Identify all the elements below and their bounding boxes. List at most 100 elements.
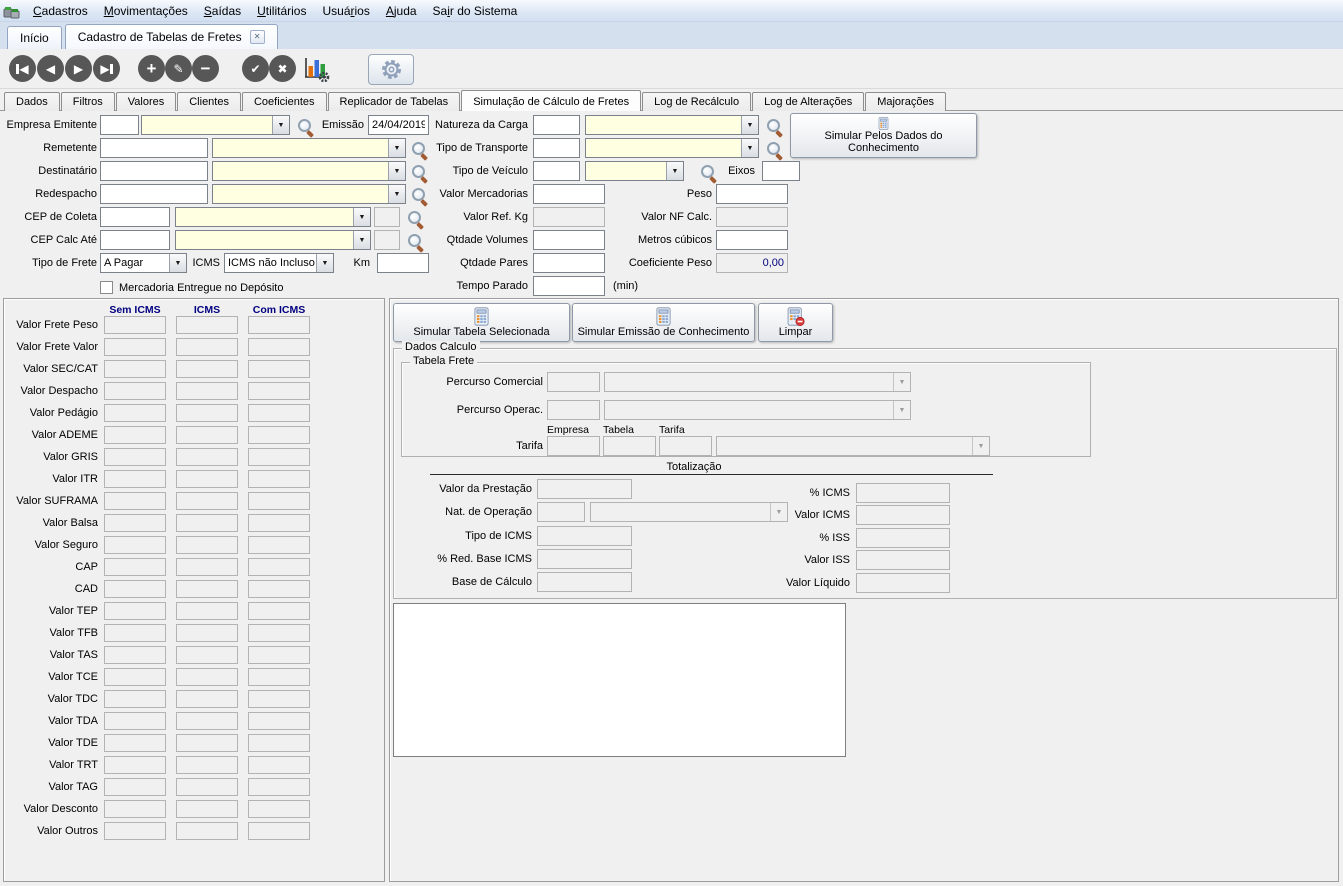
empresa-emitente-search-icon[interactable] [297, 118, 314, 135]
tipo-transporte-combo[interactable]: ▼ [585, 138, 759, 158]
tipo-frete-combo[interactable]: A Pagar▼ [100, 253, 187, 273]
value-cell [104, 712, 166, 730]
qtdade-pares-input[interactable] [533, 253, 605, 273]
value-cell [248, 800, 310, 818]
limpar-button[interactable]: Limpar [758, 303, 833, 342]
value-cell [176, 536, 238, 554]
simular-tabela-label: Simular Tabela Selecionada [413, 326, 549, 338]
empresa-emitente-code-input[interactable] [100, 115, 139, 135]
menu-item[interactable]: Ajuda [378, 2, 425, 20]
redespacho-code-input[interactable] [100, 184, 208, 204]
tab-coeficientes[interactable]: Coeficientes [242, 92, 327, 111]
cep-calc-input[interactable] [100, 230, 170, 250]
tipo-transporte-search-icon[interactable] [766, 141, 783, 158]
value-cell [176, 646, 238, 664]
add-record-button[interactable]: + [138, 55, 165, 82]
values-row: Valor Desconto [4, 800, 380, 818]
menu-item[interactable]: Usuários [314, 2, 377, 20]
redespacho-combo[interactable]: ▼ [212, 184, 406, 204]
destinatario-code-input[interactable] [100, 161, 208, 181]
metros-cubicos-label: Metros cúbicos [600, 232, 712, 248]
settings-button[interactable] [368, 54, 414, 85]
value-cell [248, 536, 310, 554]
simular-dados-conhecimento-button[interactable]: Simular Pelos Dados do Conhecimento [790, 113, 977, 158]
value-cell [104, 734, 166, 752]
value-cell [176, 404, 238, 422]
eixos-input[interactable] [762, 161, 800, 181]
destinatario-combo[interactable]: ▼ [212, 161, 406, 181]
tab-filtros[interactable]: Filtros [61, 92, 115, 111]
value-cell [176, 712, 238, 730]
natureza-carga-code-input[interactable] [533, 115, 580, 135]
tab-log-de-rec-lculo[interactable]: Log de Recálculo [642, 92, 751, 111]
menu-item[interactable]: Sair do Sistema [425, 2, 526, 20]
simular-emissao-conhecimento-button[interactable]: Simular Emissão de Conhecimento [572, 303, 755, 342]
chevron-down-icon[interactable]: ▼ [666, 162, 683, 180]
simulation-log-textarea[interactable] [393, 603, 846, 757]
value-cell [104, 426, 166, 444]
tab-dados[interactable]: Dados [4, 92, 60, 111]
tab-majora-es[interactable]: Majorações [865, 92, 946, 111]
tab-simula-o-de-c-lculo-de-fretes[interactable]: Simulação de Cálculo de Fretes [461, 90, 641, 111]
value-row-label: Valor TCE [4, 668, 101, 686]
tab-inicio-label: Início [20, 31, 49, 45]
chevron-down-icon[interactable]: ▼ [741, 116, 758, 134]
menu-item[interactable]: Cadastros [25, 2, 96, 20]
tabela-frete-groupbox: Tabela Frete Percurso Comercial ▼ Percur… [401, 362, 1091, 457]
menu-item[interactable]: Movimentações [96, 2, 196, 20]
mercadoria-deposito-checkbox[interactable] [100, 281, 113, 294]
next-record-button[interactable]: ▶ [65, 55, 92, 82]
tab-cadastro-tabelas-fretes[interactable]: Cadastro de Tabelas de Fretes ✕ [65, 24, 278, 49]
cep-coleta-combo[interactable]: ▼ [175, 207, 371, 227]
delete-record-button[interactable]: − [192, 55, 219, 82]
tab-inicio[interactable]: Início [7, 26, 62, 49]
tempo-parado-input[interactable] [533, 276, 605, 296]
simular-tabela-selecionada-button[interactable]: Simular Tabela Selecionada [393, 303, 570, 342]
natureza-carga-combo[interactable]: ▼ [585, 115, 759, 135]
valor-mercadorias-input[interactable] [533, 184, 605, 204]
tipo-transporte-code-input[interactable] [533, 138, 580, 158]
peso-input[interactable] [716, 184, 788, 204]
tipo-veiculo-combo[interactable]: ▼ [585, 161, 684, 181]
cancel-button[interactable]: ✖ [269, 55, 296, 82]
value-cell [176, 426, 238, 444]
close-tab-icon[interactable]: ✕ [250, 30, 265, 44]
edit-record-button[interactable]: ✎ [165, 55, 192, 82]
remetente-combo[interactable]: ▼ [212, 138, 406, 158]
chevron-down-icon[interactable]: ▼ [741, 139, 758, 157]
cep-coleta-input[interactable] [100, 207, 170, 227]
values-row: Valor Seguro [4, 536, 380, 554]
tab-clientes[interactable]: Clientes [177, 92, 241, 111]
tipo-veiculo-code-input[interactable] [533, 161, 580, 181]
base-calculo-box [537, 572, 632, 592]
qtdade-volumes-input[interactable] [533, 230, 605, 250]
tab-valores[interactable]: Valores [116, 92, 176, 111]
chevron-down-icon[interactable]: ▼ [353, 231, 370, 249]
tab-log-de-altera-es[interactable]: Log de Alterações [752, 92, 864, 111]
cep-coleta-label: CEP de Coleta [0, 209, 97, 225]
menu-item[interactable]: Saídas [196, 2, 249, 20]
value-cell [248, 338, 310, 356]
last-record-button[interactable]: ▶ [93, 55, 120, 82]
natureza-carga-search-icon[interactable] [766, 118, 783, 135]
valor-iss-label: Valor ISS [729, 552, 850, 568]
menu-item[interactable]: Utilitários [249, 2, 314, 20]
cep-calc-combo[interactable]: ▼ [175, 230, 371, 250]
chevron-down-icon[interactable]: ▼ [169, 254, 186, 272]
empresa-emitente-combo[interactable]: ▼ [141, 115, 290, 135]
chevron-down-icon[interactable]: ▼ [353, 208, 370, 226]
icms-combo[interactable]: ICMS não Incluso▼ [224, 253, 334, 273]
first-record-button[interactable]: ◀ [9, 55, 36, 82]
chart-settings-icon[interactable] [302, 55, 330, 82]
simular-emissao-label: Simular Emissão de Conhecimento [578, 326, 750, 338]
menu-bar-items: CadastrosMovimentaçõesSaídasUtilitáriosU… [25, 2, 525, 20]
tab-replicador-de-tabelas[interactable]: Replicador de Tabelas [328, 92, 461, 111]
confirm-button[interactable]: ✔ [242, 55, 269, 82]
remetente-code-input[interactable] [100, 138, 208, 158]
value-cell [248, 360, 310, 378]
tipo-veiculo-search-icon[interactable] [700, 164, 717, 181]
metros-cubicos-input[interactable] [716, 230, 788, 250]
previous-record-button[interactable]: ◀ [37, 55, 64, 82]
chevron-down-icon[interactable]: ▼ [316, 254, 333, 272]
chevron-down-icon[interactable]: ▼ [272, 116, 289, 134]
